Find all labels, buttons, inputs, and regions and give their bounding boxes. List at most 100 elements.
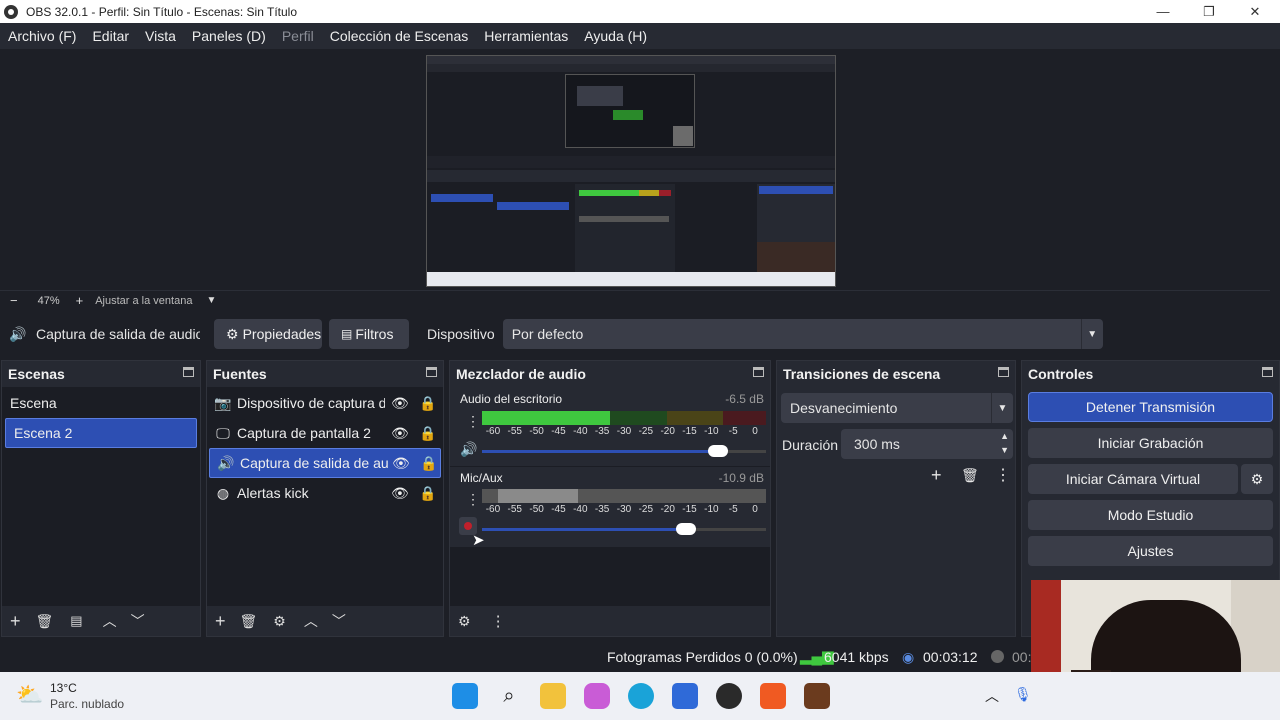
volume-slider-handle[interactable] xyxy=(676,523,697,535)
sources-footer: + 🗑 ⚙ ︿ ﹀ xyxy=(207,606,443,636)
sources-title: Fuentes xyxy=(207,361,443,387)
channel-menu-icon[interactable]: ⋮ xyxy=(466,413,480,430)
move-up-icon[interactable]: ︿ xyxy=(103,611,117,631)
lock-icon[interactable]: 🔒 xyxy=(420,455,437,472)
meter-tick-label: -35 xyxy=(594,426,610,437)
source-item[interactable]: 📷 Dispositivo de captura de vídeo 👁 🔒 xyxy=(207,388,443,418)
float-icon[interactable] xyxy=(183,367,194,377)
filter-icon[interactable]: ▤ xyxy=(70,613,82,629)
move-down-icon[interactable]: ﹀ xyxy=(332,611,346,631)
speaker-icon[interactable]: 🔊 xyxy=(460,441,477,458)
trash-icon[interactable]: 🗑 xyxy=(36,613,54,630)
meter-tick-label: -5 xyxy=(728,504,738,515)
meter-tick-label: -40 xyxy=(573,426,588,437)
obs-taskbar-icon[interactable] xyxy=(716,683,742,709)
float-icon[interactable] xyxy=(753,367,764,377)
store-icon[interactable] xyxy=(672,683,698,709)
windows-start-icon[interactable] xyxy=(452,683,478,709)
menu-perfil[interactable]: Perfil xyxy=(274,28,322,44)
brave-icon[interactable] xyxy=(760,683,786,709)
source-item[interactable]: 🔊 Captura de salida de audio 👁 🔒 xyxy=(209,448,441,478)
bitrate: 6041 kbps xyxy=(824,649,889,665)
muted-icon xyxy=(464,522,472,530)
close-icon[interactable]: ✕ xyxy=(1232,0,1278,23)
search-icon[interactable]: ⌕ xyxy=(496,683,522,709)
chevron-down-icon: ▼ xyxy=(1080,319,1103,349)
float-icon[interactable] xyxy=(998,367,1009,377)
microphone-icon[interactable]: 🎙 xyxy=(1014,686,1032,703)
eye-icon[interactable]: 👁 xyxy=(392,455,410,472)
channel-menu-icon[interactable]: ⋮ xyxy=(466,491,480,508)
menu-coleccion[interactable]: Colección de Escenas xyxy=(322,28,477,44)
volume-fill xyxy=(482,450,718,453)
scene-item[interactable]: Escena xyxy=(2,388,200,418)
gear-icon[interactable]: ⚙ xyxy=(273,613,286,630)
eye-icon[interactable]: 👁 xyxy=(391,485,409,502)
edge-icon[interactable] xyxy=(628,683,654,709)
stop-stream-button[interactable]: Detener Transmisión xyxy=(1028,392,1273,422)
eye-icon[interactable]: 👁 xyxy=(391,395,409,412)
float-icon[interactable] xyxy=(1262,367,1273,377)
source-item[interactable]: 🖵 Captura de pantalla 2 👁 🔒 xyxy=(207,418,443,448)
audio-mixer-dock: Mezclador de audio Audio del escritorio … xyxy=(449,360,771,637)
menu-herramientas[interactable]: Herramientas xyxy=(476,28,576,44)
move-up-icon[interactable]: ︿ xyxy=(304,611,318,631)
game-app-icon[interactable] xyxy=(804,683,830,709)
start-virtual-camera-button[interactable]: Iniciar Cámara Virtual xyxy=(1028,464,1238,494)
chevron-up-icon[interactable]: ︿ xyxy=(985,686,999,706)
filter-icon: ▤ xyxy=(341,327,353,341)
fit-window-label[interactable]: Ajustar a la ventana xyxy=(95,295,192,307)
zoom-out-button[interactable]: − xyxy=(10,293,18,308)
source-item[interactable]: ◍ Alertas kick 👁 🔒 xyxy=(207,478,443,508)
lock-icon[interactable]: 🔒 xyxy=(419,485,436,502)
zoom-in-button[interactable]: + xyxy=(76,293,84,308)
float-icon[interactable] xyxy=(426,367,437,377)
meter-tick-label: 0 xyxy=(752,504,758,515)
lock-icon[interactable]: 🔒 xyxy=(419,395,436,412)
trash-icon[interactable]: 🗑 xyxy=(240,613,258,630)
preview-canvas[interactable] xyxy=(426,55,836,287)
title-bar: OBS 32.0.1 - Perfil: Sin Título - Escena… xyxy=(0,0,1280,23)
device-select[interactable]: Por defecto ▼ xyxy=(502,319,1103,349)
filters-button[interactable]: ▤ Filtros xyxy=(329,319,409,349)
duration-input[interactable]: 300 ms ▲ ▼ xyxy=(841,429,1013,459)
chevron-down-icon: ▼ xyxy=(991,393,1013,423)
mixer-menu-icon[interactable]: ⋮ xyxy=(491,612,506,630)
scene-item[interactable]: Escena 2 xyxy=(5,418,197,448)
minimize-icon[interactable]: — xyxy=(1140,0,1186,23)
add-icon[interactable]: + xyxy=(931,465,942,486)
start-recording-button[interactable]: Iniciar Grabación xyxy=(1028,428,1273,458)
settings-button[interactable]: Ajustes xyxy=(1028,536,1273,566)
studio-mode-button[interactable]: Modo Estudio xyxy=(1028,500,1273,530)
transition-select[interactable]: Desvanecimiento ▼ xyxy=(781,393,1013,423)
menu-vista[interactable]: Vista xyxy=(137,28,184,44)
add-icon[interactable]: + xyxy=(10,611,21,632)
move-down-icon[interactable]: ﹀ xyxy=(131,611,145,631)
maximize-icon[interactable]: ❐ xyxy=(1186,0,1232,23)
menu-ayuda[interactable]: Ayuda (H) xyxy=(576,28,655,44)
chevron-up-icon[interactable]: ▲ xyxy=(1000,431,1009,441)
chevron-down-icon[interactable]: ▼ xyxy=(1000,445,1009,455)
weather-desc: Parc. nublado xyxy=(50,697,125,711)
weather-temp: 13°C xyxy=(50,681,77,695)
more-icon[interactable]: ⋮ xyxy=(995,465,1011,485)
menu-paneles[interactable]: Paneles (D) xyxy=(184,28,274,44)
sources-list: 📷 Dispositivo de captura de vídeo 👁 🔒 🖵 … xyxy=(207,387,443,606)
trash-icon[interactable]: 🗑 xyxy=(961,467,979,484)
lock-icon[interactable]: 🔒 xyxy=(419,425,436,442)
properties-button[interactable]: ⚙ Propiedades xyxy=(214,319,322,349)
chevron-down-icon[interactable]: ▼ xyxy=(206,295,216,306)
mixer-settings-icon[interactable]: ⚙ xyxy=(458,613,471,630)
virtual-camera-settings-button[interactable]: ⚙ xyxy=(1241,464,1273,494)
mixer-channel: Audio del escritorio -6.5 dB ⋮ -60 -55 -50… xyxy=(450,387,770,467)
file-explorer-icon[interactable] xyxy=(540,683,566,709)
copilot-icon[interactable] xyxy=(584,683,610,709)
menu-archivo[interactable]: Archivo (F) xyxy=(0,28,84,44)
channel-name: Audio del escritorio xyxy=(460,392,563,406)
add-icon[interactable]: + xyxy=(215,611,226,632)
eye-icon[interactable]: 👁 xyxy=(391,425,409,442)
menu-editar[interactable]: Editar xyxy=(84,28,137,44)
scenes-list: Escena Escena 2 xyxy=(2,387,200,606)
volume-slider-handle[interactable] xyxy=(707,445,728,457)
broadcast-icon: ◉ xyxy=(902,649,915,665)
